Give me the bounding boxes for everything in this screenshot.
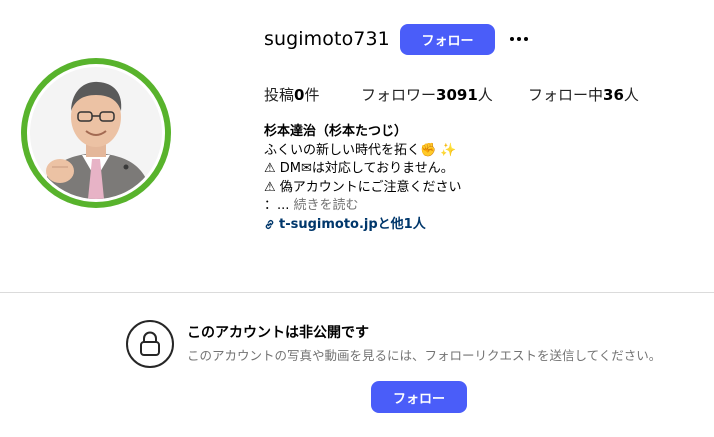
following-unit: 人 [623, 86, 639, 104]
lock-glyph [140, 331, 160, 356]
private-account-title: このアカウントは非公開です [187, 325, 369, 341]
posts-number: 0 [294, 86, 305, 104]
profile-bio: 杉本達治（杉本たつじ） ふくいの新しい時代を拓く✊ ✨ ⚠ DM✉は対応しており… [264, 123, 462, 234]
external-link-label: t-sugimoto.jpと他1人 [279, 216, 426, 232]
following-number: 36 [603, 86, 624, 104]
external-link[interactable]: t-sugimoto.jpと他1人 [264, 216, 462, 235]
bio-line: ふくいの新しい時代を拓く✊ ✨ [264, 142, 457, 158]
avatar-photo [30, 67, 162, 199]
dot [510, 37, 514, 41]
dot [517, 37, 521, 41]
profile-avatar-ring[interactable] [21, 58, 171, 208]
following-label: フォロー中 [528, 86, 604, 104]
bio-line: ⚠ 偽アカウントにご注意ください [264, 179, 462, 195]
bio-truncated-text: ：... [264, 198, 290, 213]
followers-unit: 人 [477, 86, 493, 104]
posts-unit: 件 [304, 86, 320, 104]
avatar[interactable] [27, 64, 165, 202]
divider [0, 292, 714, 293]
follow-button[interactable]: フォロー [400, 24, 495, 55]
followers-label: フォロワー [361, 86, 437, 104]
posts-label: 投稿 [264, 86, 295, 104]
followers-count[interactable]: フォロワー3091人 [361, 84, 528, 105]
follow-request-button[interactable]: フォロー [371, 381, 467, 413]
posts-count: 投稿0件 [264, 84, 361, 105]
display-name: 杉本達治（杉本たつじ） [264, 124, 408, 139]
link-icon [265, 220, 274, 230]
bio-line: ：... 続きを読む [264, 197, 462, 216]
read-more-link[interactable]: 続きを読む [294, 198, 359, 213]
more-options-icon[interactable] [506, 28, 532, 50]
dot [524, 37, 528, 41]
lock-icon [126, 320, 174, 368]
profile-stats: 投稿0件 フォロワー3091人 フォロー中36人 [264, 84, 639, 105]
profile-username: sugimoto731 [264, 28, 390, 50]
following-count[interactable]: フォロー中36人 [528, 84, 639, 105]
bio-line: ⚠ DM✉は対応しておりません。 [264, 161, 454, 176]
followers-number: 3091 [436, 86, 478, 104]
private-account-description: このアカウントの写真や動画を見るには、フォローリクエストを送信してください。 [187, 348, 662, 363]
profile-page: sugimoto731 フォロー 投稿0件 フォロワー3091人 フォロー中36… [0, 0, 714, 437]
